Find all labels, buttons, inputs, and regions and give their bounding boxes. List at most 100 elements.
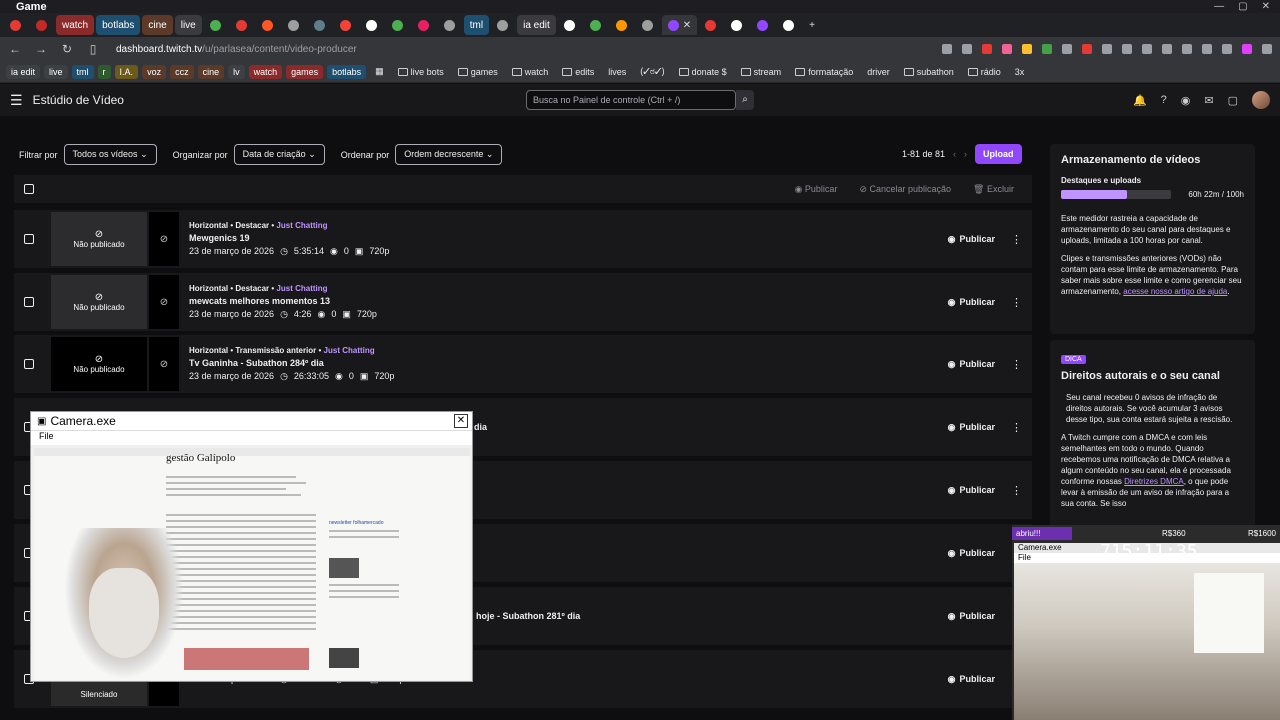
video-thumbnail[interactable]: ⊘ Não publicado (51, 337, 147, 391)
extension-icon[interactable] (1222, 44, 1232, 54)
extension-icon[interactable] (1062, 44, 1072, 54)
bulk-publish-button[interactable]: ◉ Publicar (795, 184, 838, 195)
hamburger-menu-icon[interactable]: ☰ (10, 92, 23, 109)
bookmark-item[interactable]: I.A. (114, 64, 139, 79)
maximize-icon[interactable]: ▢ (1238, 1, 1247, 12)
publish-button[interactable]: ◉ Publicar (948, 422, 995, 433)
video-title[interactable]: mewcats melhores momentos 13 (189, 296, 377, 306)
bookmark-lives[interactable]: lives (603, 65, 631, 79)
menu-icon[interactable] (1262, 44, 1272, 54)
bookmark-item[interactable]: ia edit (6, 64, 41, 79)
bookmark-item[interactable]: r (97, 64, 111, 79)
row-checkbox[interactable] (24, 297, 34, 307)
extension-icon[interactable] (982, 44, 992, 54)
puzzle-icon[interactable] (1122, 44, 1132, 54)
video-row[interactable]: ⊘ Não publicado ⊘ Horizontal • Transmiss… (14, 335, 1032, 393)
row-checkbox[interactable] (24, 234, 34, 244)
upload-button[interactable]: Upload (975, 144, 1022, 164)
video-row[interactable]: ⊘ Não publicado ⊘ Horizontal • Destacar … (14, 210, 1032, 268)
extension-icon[interactable] (1042, 44, 1052, 54)
tab-group-botlabs[interactable]: botlabs (96, 15, 141, 35)
tab-generic[interactable] (256, 15, 280, 35)
close-icon[interactable]: ✕ (454, 414, 468, 428)
bookmark-item[interactable]: lv (228, 64, 245, 79)
tab-generic[interactable] (725, 15, 749, 35)
bookmark-stream[interactable]: stream (736, 65, 787, 79)
bookmark-emote[interactable]: (✓ಠ✓) (635, 64, 669, 79)
tab-favicon-1[interactable] (4, 15, 28, 35)
extension-icon[interactable] (1082, 44, 1092, 54)
dmca-guidelines-link[interactable]: Diretrizes DMCA (1124, 477, 1184, 486)
publish-button[interactable]: ◉ Publicar (948, 297, 995, 308)
extension-icon[interactable] (1022, 44, 1032, 54)
bookmark-item[interactable]: games (286, 64, 324, 79)
tab-generic[interactable] (230, 15, 254, 35)
extension-icon[interactable] (1182, 44, 1192, 54)
profile-icon[interactable] (1242, 44, 1252, 54)
bookmark-icon[interactable]: ▯ (86, 42, 100, 56)
tab-favicon-2[interactable] (30, 15, 54, 35)
bookmark-item[interactable]: cine (197, 64, 225, 79)
bookmark-item[interactable]: watch (248, 64, 283, 79)
tab-generic[interactable] (699, 15, 723, 35)
tab-group-ia-edit[interactable]: ia edit (517, 15, 556, 35)
bookmark-live-bots[interactable]: live bots (393, 65, 449, 79)
inbox-icon[interactable]: ✉ (1204, 94, 1213, 107)
video-category-link[interactable]: Just Chatting (276, 284, 327, 293)
tab-generic[interactable] (308, 15, 332, 35)
camera-window-titlebar[interactable]: ▣ Camera.exe ✕ (31, 412, 472, 431)
video-category-link[interactable]: Just Chatting (276, 221, 327, 230)
order-dropdown[interactable]: Ordem decrescente ⌄ (395, 144, 503, 165)
live-icon[interactable]: ◉ (1181, 94, 1191, 107)
select-all-checkbox[interactable] (24, 184, 34, 194)
publish-button[interactable]: ◉ Publicar (948, 485, 995, 496)
publish-button[interactable]: ◉ Publicar (948, 548, 995, 559)
publish-button[interactable]: ◉ Publicar (948, 234, 995, 245)
extension-icon[interactable] (1002, 44, 1012, 54)
video-title[interactable]: Mewgenics 19 (189, 233, 389, 243)
next-page-icon[interactable]: › (964, 149, 967, 159)
reload-icon[interactable]: ↻ (60, 42, 74, 56)
tab-group-cine[interactable]: cine (142, 15, 173, 35)
camera-menu-file[interactable]: File (31, 431, 472, 445)
notifications-icon[interactable]: 🔔 (1133, 94, 1147, 107)
tab-generic[interactable] (386, 15, 410, 35)
tab-generic[interactable] (282, 15, 306, 35)
video-category-link[interactable]: Just Chatting (324, 346, 375, 355)
prev-page-icon[interactable]: ‹ (953, 149, 956, 159)
bookmark-item[interactable]: voz (142, 64, 167, 79)
extension-icon[interactable] (1202, 44, 1212, 54)
url-field[interactable]: dashboard.twitch.tv/u/parlasea/content/v… (112, 39, 930, 59)
dashboard-search-input[interactable]: Busca no Painel de controle (Ctrl + /) (526, 90, 736, 110)
camera-window[interactable]: ▣ Camera.exe ✕ File gestão Galípolo news… (30, 411, 473, 682)
avatar[interactable] (1252, 91, 1270, 109)
tab-generic[interactable] (438, 15, 462, 35)
filter-dropdown[interactable]: Todos os vídeos ⌄ (63, 144, 157, 165)
close-icon[interactable]: ✕ (1262, 1, 1270, 12)
chat-icon[interactable]: ▢ (1228, 94, 1238, 107)
video-row[interactable]: ⊘ Não publicado ⊘ Horizontal • Destacar … (14, 273, 1032, 331)
publish-button[interactable]: ◉ Publicar (948, 359, 995, 370)
bulk-unpublish-button[interactable]: ⊘ Cancelar publicação (859, 184, 951, 195)
bookmark-item[interactable]: tml (71, 64, 94, 79)
tab-active[interactable]: ✕ (661, 15, 698, 35)
video-title[interactable]: Tv Ganinha - Subathon 284º dia (189, 358, 394, 368)
bookmark-item[interactable]: botlabs (327, 64, 367, 79)
bookmark-item[interactable]: ccz (170, 64, 194, 79)
minimize-icon[interactable]: — (1214, 1, 1224, 12)
extension-icon[interactable] (1102, 44, 1112, 54)
bookmark-watch[interactable]: watch (507, 65, 554, 79)
video-thumbnail[interactable]: ⊘ Não publicado (51, 212, 147, 266)
more-options-icon[interactable]: ⋮ (1011, 233, 1022, 246)
more-options-icon[interactable]: ⋮ (1011, 484, 1022, 497)
bookmark-edits[interactable]: edits (557, 65, 599, 79)
bookmark-3x[interactable]: 3x (1010, 65, 1030, 79)
forward-icon[interactable]: → (34, 42, 48, 56)
bulk-delete-button[interactable]: 🗑 Excluir (973, 184, 1014, 195)
publish-button[interactable]: ◉ Publicar (948, 611, 995, 622)
new-tab-icon[interactable]: + (803, 15, 827, 35)
tab-group-tml[interactable]: tml (463, 15, 490, 35)
tab-generic[interactable] (610, 15, 634, 35)
sidebar-icon[interactable] (1162, 44, 1172, 54)
tab-generic[interactable] (204, 15, 228, 35)
